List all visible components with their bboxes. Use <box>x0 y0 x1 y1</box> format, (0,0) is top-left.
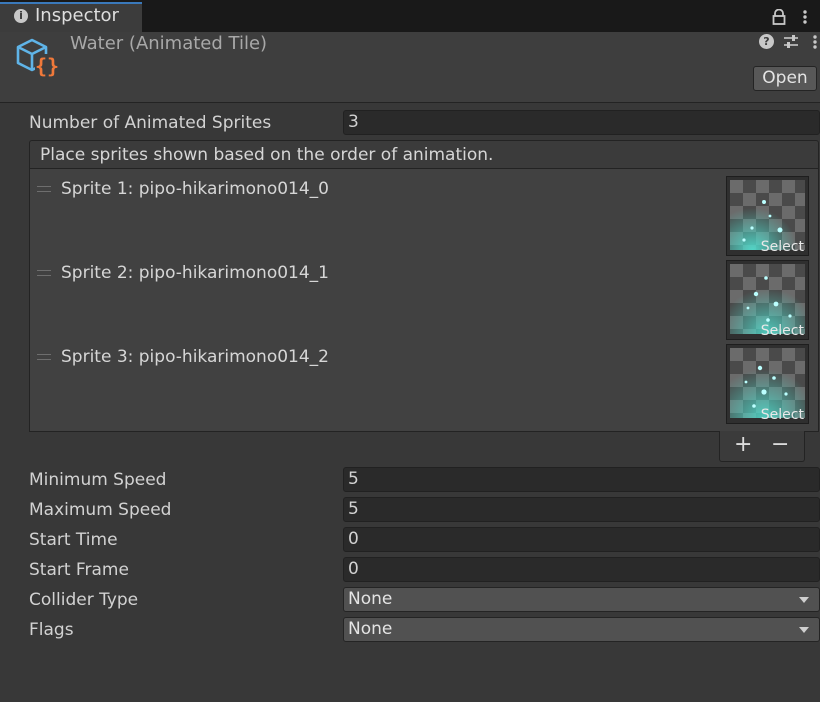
sprite-thumbnail[interactable]: Select <box>726 260 809 340</box>
start-time-input[interactable]: 0 <box>343 527 820 552</box>
start-time-label: Start Time <box>29 530 118 550</box>
min-speed-input[interactable]: 5 <box>343 467 820 492</box>
add-element-button[interactable]: + <box>734 432 752 458</box>
kebab-menu-icon[interactable] <box>802 9 808 25</box>
svg-text:{}: {} <box>35 54 59 77</box>
list-footer <box>719 431 805 462</box>
max-speed-label: Maximum Speed <box>29 500 172 520</box>
select-label[interactable]: Select <box>761 239 804 255</box>
num-sprites-label: Number of Animated Sprites <box>29 113 272 133</box>
drag-handle-icon[interactable] <box>37 186 51 192</box>
sprite-list-header-text: Place sprites shown based on the order o… <box>40 145 494 165</box>
select-label[interactable]: Select <box>761 323 804 339</box>
flags-value: None <box>348 619 393 639</box>
drag-handle-icon[interactable] <box>37 354 51 360</box>
collider-type-dropdown[interactable]: None <box>343 587 820 612</box>
open-button[interactable]: Open <box>753 66 817 91</box>
flags-dropdown[interactable]: None <box>343 617 820 642</box>
collider-type-label: Collider Type <box>29 590 139 610</box>
remove-element-button[interactable]: − <box>771 432 789 458</box>
kebab-menu-icon[interactable] <box>812 34 818 50</box>
sprite-item-label: Sprite 1: pipo-hikarimono014_0 <box>61 179 329 199</box>
max-speed-input[interactable]: 5 <box>343 497 820 522</box>
drag-handle-icon[interactable] <box>37 270 51 276</box>
select-label[interactable]: Select <box>761 407 804 423</box>
sprite-thumbnail[interactable]: Select <box>726 344 809 424</box>
dropdown-arrow-icon <box>799 597 809 603</box>
lock-icon[interactable] <box>771 9 787 25</box>
presets-icon[interactable] <box>783 34 799 50</box>
flags-label: Flags <box>29 620 74 640</box>
sprite-item-label: Sprite 3: pipo-hikarimono014_2 <box>61 347 329 367</box>
start-frame-input[interactable]: 0 <box>343 557 820 582</box>
asset-title: Water (Animated Tile) <box>70 33 268 54</box>
collider-type-value: None <box>348 589 393 609</box>
sprite-thumbnail[interactable]: Select <box>726 176 809 256</box>
sprite-item-label: Sprite 2: pipo-hikarimono014_1 <box>61 263 329 283</box>
num-sprites-input[interactable]: 3 <box>343 110 820 135</box>
dropdown-arrow-icon <box>799 627 809 633</box>
info-icon: i <box>14 9 28 23</box>
tab-label: Inspector <box>35 5 119 26</box>
help-icon[interactable]: ? <box>759 34 774 49</box>
scriptable-object-icon: {} <box>16 38 59 77</box>
start-frame-label: Start Frame <box>29 560 129 580</box>
sprite-list <box>29 168 819 432</box>
min-speed-label: Minimum Speed <box>29 470 167 490</box>
